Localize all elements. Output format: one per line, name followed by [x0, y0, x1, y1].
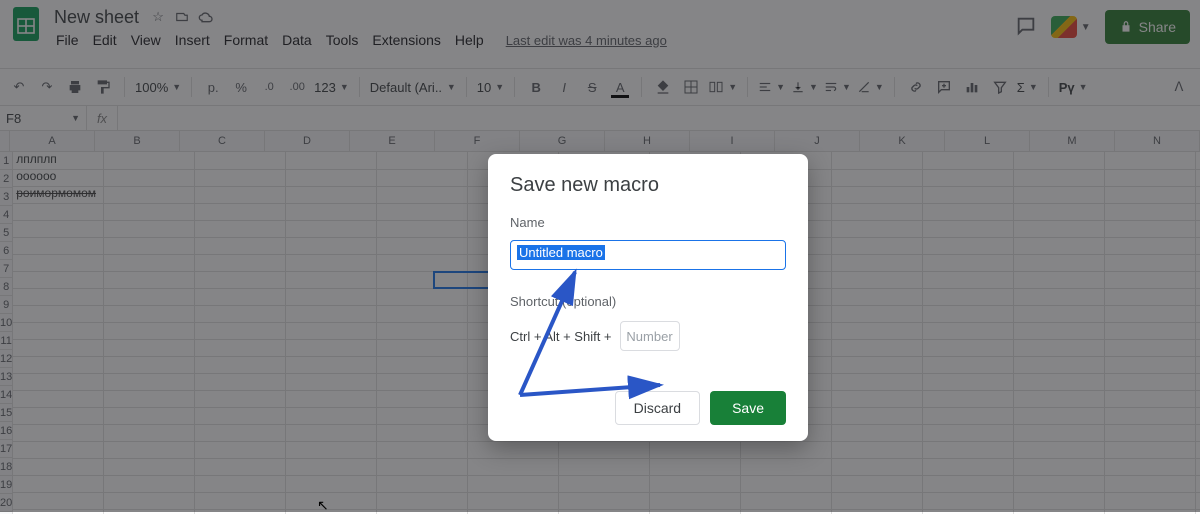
shortcut-prefix: Ctrl + Alt + Shift + — [510, 329, 612, 344]
macro-name-input[interactable]: Untitled macro — [510, 240, 786, 270]
mouse-cursor-icon: ↖ — [317, 497, 329, 514]
dialog-title: Save new macro — [510, 174, 786, 197]
save-macro-dialog: Save new macro Name Untitled macro Short… — [488, 154, 808, 441]
shortcut-label: Shortcut (optional) — [510, 294, 786, 309]
save-button[interactable]: Save — [710, 391, 786, 425]
row-header[interactable]: 21 — [0, 512, 12, 514]
discard-button[interactable]: Discard — [615, 391, 700, 425]
shortcut-number-input[interactable]: Number — [620, 321, 680, 351]
name-label: Name — [510, 215, 786, 230]
